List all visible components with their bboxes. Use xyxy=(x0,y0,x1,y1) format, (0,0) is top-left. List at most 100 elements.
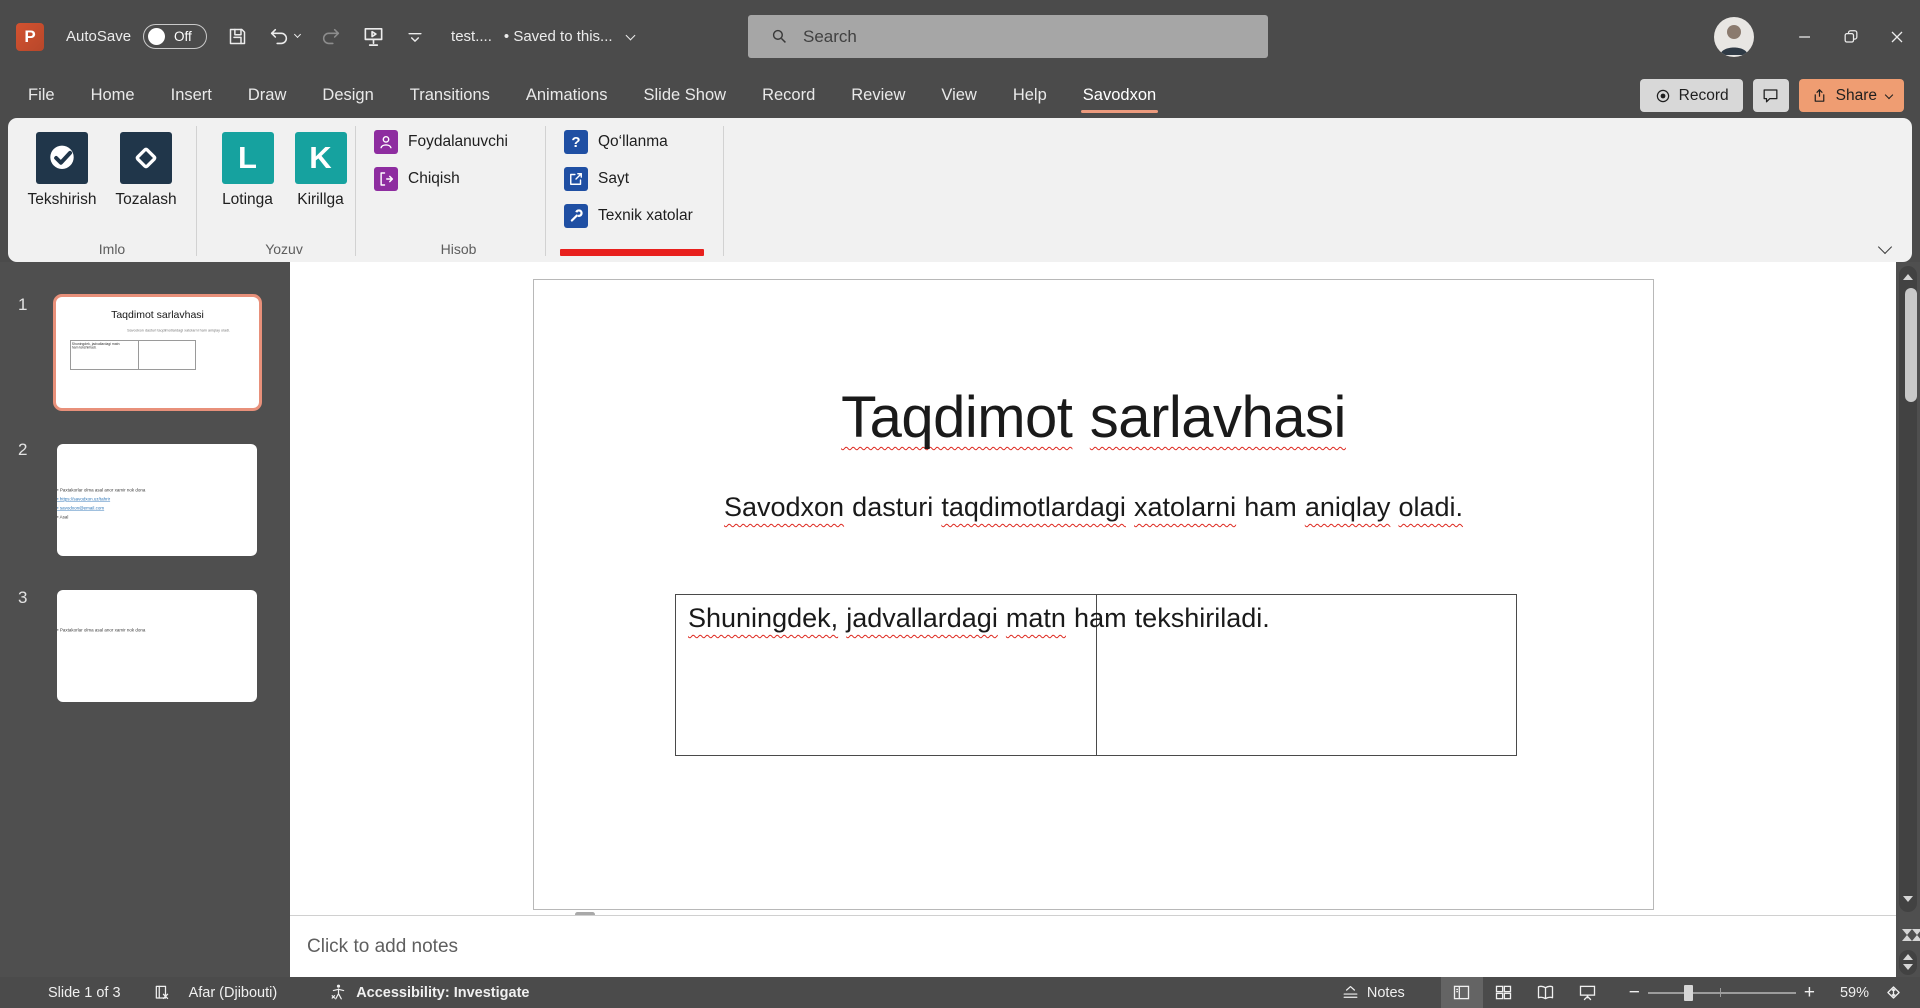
zoom-in-button[interactable]: + xyxy=(1804,982,1815,1004)
slide-number-2: 2 xyxy=(18,440,27,460)
tab-animations[interactable]: Animations xyxy=(526,73,608,118)
undo-dropdown-chevron-icon[interactable] xyxy=(294,31,301,38)
undo-button[interactable] xyxy=(268,26,300,48)
wrench-icon xyxy=(564,204,588,228)
slide-table[interactable]: Shuningdek,jadvallardagimatnhamtekshiril… xyxy=(675,594,1517,756)
kirillga-button[interactable]: K Kirillga xyxy=(284,132,357,209)
tozalash-button[interactable]: Tozalash xyxy=(104,132,188,209)
tab-file[interactable]: File xyxy=(28,73,55,118)
scroll-down-arrow-icon[interactable] xyxy=(1903,896,1913,902)
tozalash-label: Tozalash xyxy=(115,191,176,209)
texnik-xatolar-label: Texnik xatolar xyxy=(598,207,693,225)
mini-slide-title: Taqdimot sarlavhasi xyxy=(56,309,259,321)
table-cell-right[interactable] xyxy=(1097,595,1516,755)
notes-toggle-button[interactable]: Notes xyxy=(1341,983,1405,1002)
save-button[interactable] xyxy=(227,26,248,47)
notes-scroll-up-icon[interactable] xyxy=(1903,954,1913,960)
tab-view[interactable]: View xyxy=(941,73,976,118)
tab-record[interactable]: Record xyxy=(762,73,815,118)
group-divider xyxy=(545,126,546,256)
autosave-toggle[interactable]: Off xyxy=(143,24,207,49)
redo-button[interactable] xyxy=(320,26,342,48)
user-avatar[interactable] xyxy=(1714,17,1754,57)
tab-draw[interactable]: Draw xyxy=(248,73,287,118)
zoom-out-button[interactable]: − xyxy=(1629,982,1640,1004)
tekshirish-button[interactable]: Tekshirish xyxy=(20,132,104,209)
slide-thumbnail-1-selected[interactable]: Taqdimot sarlavhasi Savodxon dasturi taq… xyxy=(53,294,262,411)
quick-access-options-button[interactable] xyxy=(405,27,425,47)
tab-savodxon[interactable]: Savodxon xyxy=(1083,73,1156,118)
foydalanuvchi-button[interactable]: Foydalanuvchi xyxy=(364,128,553,156)
ribbon-group-hisob: Foydalanuvchi Chiqish Hisob xyxy=(364,118,553,262)
share-icon xyxy=(1811,87,1828,104)
search-placeholder: Search xyxy=(803,27,857,47)
status-bar: Slide 1 of 3 Afar (Djibouti) Accessibili… xyxy=(0,977,1920,1008)
slide-number-1: 1 xyxy=(18,295,27,315)
ribbon-group-yozuv: L Lotinga K Kirillga Yozuv xyxy=(205,118,363,262)
qollanma-button[interactable]: ? Qo‘llanma xyxy=(554,128,731,156)
notes-pane[interactable]: Click to add notes xyxy=(290,915,1896,977)
spellcheck-status-icon[interactable] xyxy=(153,983,173,1003)
slide-title[interactable]: Taqdimotsarlavhasi xyxy=(534,384,1653,451)
sayt-button[interactable]: Sayt xyxy=(554,165,731,193)
tab-transitions[interactable]: Transitions xyxy=(410,73,490,118)
share-button[interactable]: Share xyxy=(1799,79,1904,112)
slide-thumbnail-2[interactable]: • Paxtakorlar olma asal anor xamir nok d… xyxy=(57,444,257,556)
collapse-ribbon-chevron-icon[interactable] xyxy=(1878,240,1892,254)
ribbon-area: Tekshirish Tozalash Imlo L Loti xyxy=(0,118,1920,262)
slide-canvas[interactable]: Taqdimotsarlavhasi Savodxondasturitaqdim… xyxy=(533,279,1654,910)
sayt-label: Sayt xyxy=(598,170,629,188)
qollanma-label: Qo‘llanma xyxy=(598,133,668,151)
tab-design[interactable]: Design xyxy=(322,73,373,118)
tab-insert[interactable]: Insert xyxy=(171,73,212,118)
tab-help[interactable]: Help xyxy=(1013,73,1047,118)
error-progress-bar xyxy=(560,249,704,256)
close-button[interactable] xyxy=(1874,0,1920,73)
record-button[interactable]: Record xyxy=(1640,79,1743,112)
tab-home[interactable]: Home xyxy=(91,73,135,118)
menubar-right: Record Share xyxy=(1640,79,1904,112)
zoom-slider-track[interactable] xyxy=(1648,992,1796,994)
notes-scroll-down-icon[interactable] xyxy=(1903,964,1913,970)
scroll-up-arrow-icon[interactable] xyxy=(1903,274,1913,280)
notes-icon xyxy=(1341,983,1360,1002)
slide-thumbnail-panel: 1 2 3 Taqdimot sarlavhasi Savodxon dastu… xyxy=(0,262,290,977)
file-menu-chevron-icon[interactable] xyxy=(625,30,635,40)
clear-diamond-icon xyxy=(120,132,172,184)
language-indicator[interactable]: Afar (Djibouti) xyxy=(189,985,278,1001)
restore-button[interactable] xyxy=(1828,0,1874,73)
normal-view-button[interactable] xyxy=(1441,977,1483,1008)
slideshow-view-button[interactable] xyxy=(1567,977,1609,1008)
slide-scrollbar-track[interactable] xyxy=(1899,266,1917,912)
search-icon xyxy=(770,27,789,46)
notes-placeholder[interactable]: Click to add notes xyxy=(307,936,458,958)
reading-view-button[interactable] xyxy=(1525,977,1567,1008)
tab-slide-show[interactable]: Slide Show xyxy=(644,73,727,118)
zoom-slider-thumb[interactable] xyxy=(1684,985,1693,1001)
start-slideshow-button[interactable] xyxy=(362,25,385,48)
slide-subtitle[interactable]: Savodxondasturitaqdimotlardagixatolarnih… xyxy=(534,492,1653,523)
foydalanuvchi-label: Foydalanuvchi xyxy=(408,133,508,151)
accessibility-status[interactable]: Accessibility: Investigate xyxy=(356,985,529,1001)
zoom-level[interactable]: 59% xyxy=(1823,985,1869,1001)
table-cell-left[interactable]: Shuningdek,jadvallardagimatnhamtekshiril… xyxy=(676,595,1097,755)
share-dropdown-chevron-icon[interactable] xyxy=(1885,90,1893,98)
slide-indicator[interactable]: Slide 1 of 3 xyxy=(48,985,121,1001)
zoom-slider[interactable] xyxy=(1648,977,1796,1008)
powerpoint-logo-icon[interactable]: P xyxy=(16,23,44,51)
fit-slide-to-window-button[interactable] xyxy=(1883,982,1904,1003)
slide-sorter-view-button[interactable] xyxy=(1483,977,1525,1008)
lotinga-button[interactable]: L Lotinga xyxy=(211,132,284,209)
scrollbar-thumb[interactable] xyxy=(1905,288,1917,402)
file-name[interactable]: test.... xyxy=(451,28,492,45)
search-input[interactable]: Search xyxy=(748,15,1268,58)
tab-review[interactable]: Review xyxy=(851,73,905,118)
minimize-button[interactable] xyxy=(1782,0,1828,73)
slide-thumbnail-3[interactable]: • Paxtakorlar olma asal anor xamir nok d… xyxy=(57,590,257,702)
vertical-scrollbar-strip xyxy=(1896,262,1920,977)
external-link-icon xyxy=(564,167,588,191)
texnik-xatolar-button[interactable]: Texnik xatolar xyxy=(554,202,731,230)
notes-scrollbar[interactable] xyxy=(1899,950,1917,975)
comments-button[interactable] xyxy=(1753,79,1789,112)
chiqish-button[interactable]: Chiqish xyxy=(364,165,553,193)
